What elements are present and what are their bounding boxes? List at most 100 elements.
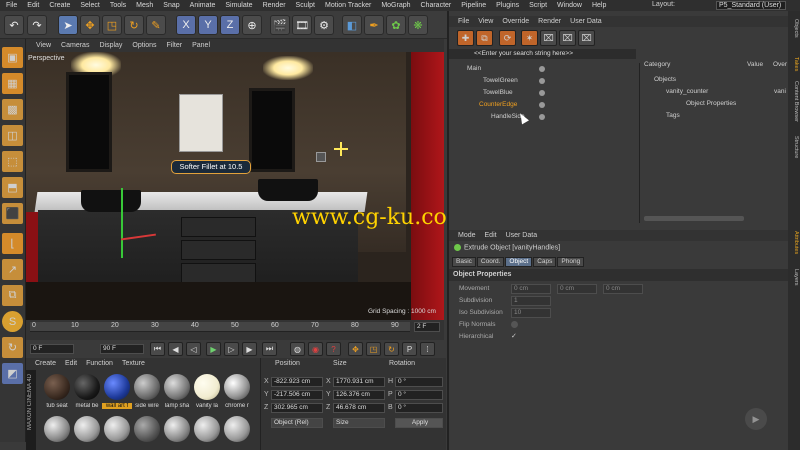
menu-sculpt[interactable]: Sculpt (296, 2, 315, 9)
vp-menu-cameras[interactable]: Cameras (61, 42, 89, 49)
flip-normals-checkbox[interactable] (511, 321, 518, 328)
menu-pipeline[interactable]: Pipeline (461, 2, 486, 9)
material-swatch[interactable] (74, 374, 100, 400)
play-overlay-icon[interactable]: ▶ (745, 408, 767, 430)
rotation-p-field[interactable]: 0 ° (395, 390, 443, 400)
om-menu-view[interactable]: View (478, 18, 493, 25)
side-tab-content-browser[interactable]: Content Browser (789, 81, 799, 122)
planar-workplane-icon[interactable]: ◩ (2, 363, 23, 384)
take-override-icon[interactable]: ⟳ (499, 30, 516, 46)
mat-menu-edit[interactable]: Edit (65, 360, 77, 367)
category-row[interactable]: Tags (666, 112, 680, 119)
vp-menu-display[interactable]: Display (99, 42, 122, 49)
take-auto-icon[interactable]: ✶ (521, 30, 538, 46)
object-row[interactable]: TowelGreen (449, 75, 636, 87)
timeline[interactable]: 0 10 20 30 40 50 60 70 80 90 2 F (26, 320, 444, 340)
attr-menu-user-data[interactable]: User Data (506, 232, 538, 239)
undo-icon[interactable]: ↶ (4, 15, 24, 35)
previous-key-icon[interactable]: ◀ (168, 342, 183, 356)
select-arrow-icon[interactable]: ➤ (58, 15, 78, 35)
category-row[interactable]: Objects (654, 76, 676, 83)
category-row[interactable]: Object Properties (686, 100, 736, 107)
material-swatch[interactable] (164, 374, 190, 400)
vp-menu-options[interactable]: Options (132, 42, 156, 49)
menu-help[interactable]: Help (592, 2, 606, 9)
next-key-icon[interactable]: ▶ (242, 342, 257, 356)
keyframe-selection-icon[interactable]: ? (326, 342, 341, 356)
vp-menu-view[interactable]: View (36, 42, 51, 49)
menu-snap[interactable]: Snap (163, 2, 179, 9)
material-swatch[interactable] (104, 374, 130, 400)
move-icon[interactable]: ✥ (80, 15, 100, 35)
subdivision-field[interactable]: 1 (511, 296, 551, 306)
render-settings-icon[interactable]: ⚙ (314, 15, 334, 35)
side-tab-objects[interactable]: Objects (789, 19, 799, 38)
render-picture-viewer-icon[interactable]: 🎞 (292, 15, 312, 35)
end-frame-field[interactable]: 90 F (100, 344, 144, 354)
layout-select[interactable]: P5_Standard (User) (716, 1, 786, 10)
position-y-field[interactable]: -217.506 cm (271, 390, 323, 400)
size-x-field[interactable]: 1770.931 cm (333, 377, 385, 387)
go-to-end-icon[interactable]: ⏭ (262, 342, 277, 356)
tab-caps[interactable]: Caps (533, 257, 557, 267)
take-lock-icon[interactable]: ⌧ (540, 30, 557, 46)
material-swatch[interactable] (164, 416, 190, 442)
menu-animate[interactable]: Animate (190, 2, 216, 9)
autokey-icon[interactable]: ◉ (308, 342, 323, 356)
om-menu-render[interactable]: Render (538, 18, 561, 25)
menu-motion-tracker[interactable]: Motion Tracker (325, 2, 371, 9)
side-tab-structure[interactable]: Structure (789, 136, 799, 158)
material-swatch[interactable] (134, 374, 160, 400)
cloner-icon[interactable]: ❋ (408, 15, 428, 35)
workplane-icon[interactable]: ◫ (2, 125, 23, 146)
menu-mograph[interactable]: MoGraph (381, 2, 410, 9)
take-clone-icon[interactable]: ⧉ (476, 30, 493, 46)
pla-key-icon[interactable]: ⁞ (420, 342, 435, 356)
param-key-icon[interactable]: P (402, 342, 417, 356)
mat-menu-create[interactable]: Create (35, 360, 56, 367)
material-swatch[interactable] (104, 416, 130, 442)
tweak-icon[interactable]: ↗ (2, 259, 23, 280)
visibility-dot[interactable] (539, 66, 545, 72)
movement-z-field[interactable]: 0 cm (603, 284, 643, 294)
play-icon[interactable]: ▶ (206, 342, 221, 356)
movement-x-field[interactable]: 0 cm (511, 284, 551, 294)
rotation-b-field[interactable]: 0 ° (395, 403, 443, 413)
attr-menu-mode[interactable]: Mode (458, 232, 476, 239)
take-filter-icon[interactable]: ⌧ (559, 30, 576, 46)
x-axis-icon[interactable]: X (176, 15, 196, 35)
model-mode-icon[interactable]: ▦ (2, 73, 23, 94)
3d-viewport[interactable]: Perspective Softer Fillet at 10.5 Grid S… (26, 52, 444, 320)
scale-key-icon[interactable]: ◳ (366, 342, 381, 356)
category-row[interactable]: vanity_counter (666, 88, 708, 95)
menu-create[interactable]: Create (49, 2, 70, 9)
material-swatch[interactable] (134, 416, 160, 442)
rotate-icon[interactable]: ↻ (124, 15, 144, 35)
go-to-start-icon[interactable]: ⏮ (150, 342, 165, 356)
menu-character[interactable]: Character (421, 2, 452, 9)
material-swatch[interactable] (44, 416, 70, 442)
move-key-icon[interactable]: ✥ (348, 342, 363, 356)
pen-icon[interactable]: ✒ (364, 15, 384, 35)
side-tab-takes[interactable]: Takes (789, 57, 799, 71)
mat-menu-function[interactable]: Function (86, 360, 113, 367)
tab-basic[interactable]: Basic (452, 257, 476, 267)
position-x-field[interactable]: -822.923 cm (271, 377, 323, 387)
vp-menu-panel[interactable]: Panel (192, 42, 210, 49)
material-swatch[interactable] (194, 374, 220, 400)
size-y-field[interactable]: 126.376 cm (333, 390, 385, 400)
snap-icon[interactable]: ⧉ (2, 285, 23, 306)
menu-plugins[interactable]: Plugins (496, 2, 519, 9)
material-swatch[interactable] (224, 416, 250, 442)
y-axis-icon[interactable]: Y (198, 15, 218, 35)
material-swatch[interactable] (44, 374, 70, 400)
redo-icon[interactable]: ↷ (27, 15, 47, 35)
material-swatch[interactable] (224, 374, 250, 400)
current-frame-field[interactable]: 2 F (414, 322, 440, 332)
visibility-dot[interactable] (539, 102, 545, 108)
start-frame-field[interactable]: 0 F (30, 344, 74, 354)
side-tab-layers[interactable]: Layers (789, 269, 799, 286)
size-mode-select[interactable]: Size (333, 418, 385, 428)
menu-window[interactable]: Window (557, 2, 582, 9)
subdivision-icon[interactable]: ✿ (386, 15, 406, 35)
